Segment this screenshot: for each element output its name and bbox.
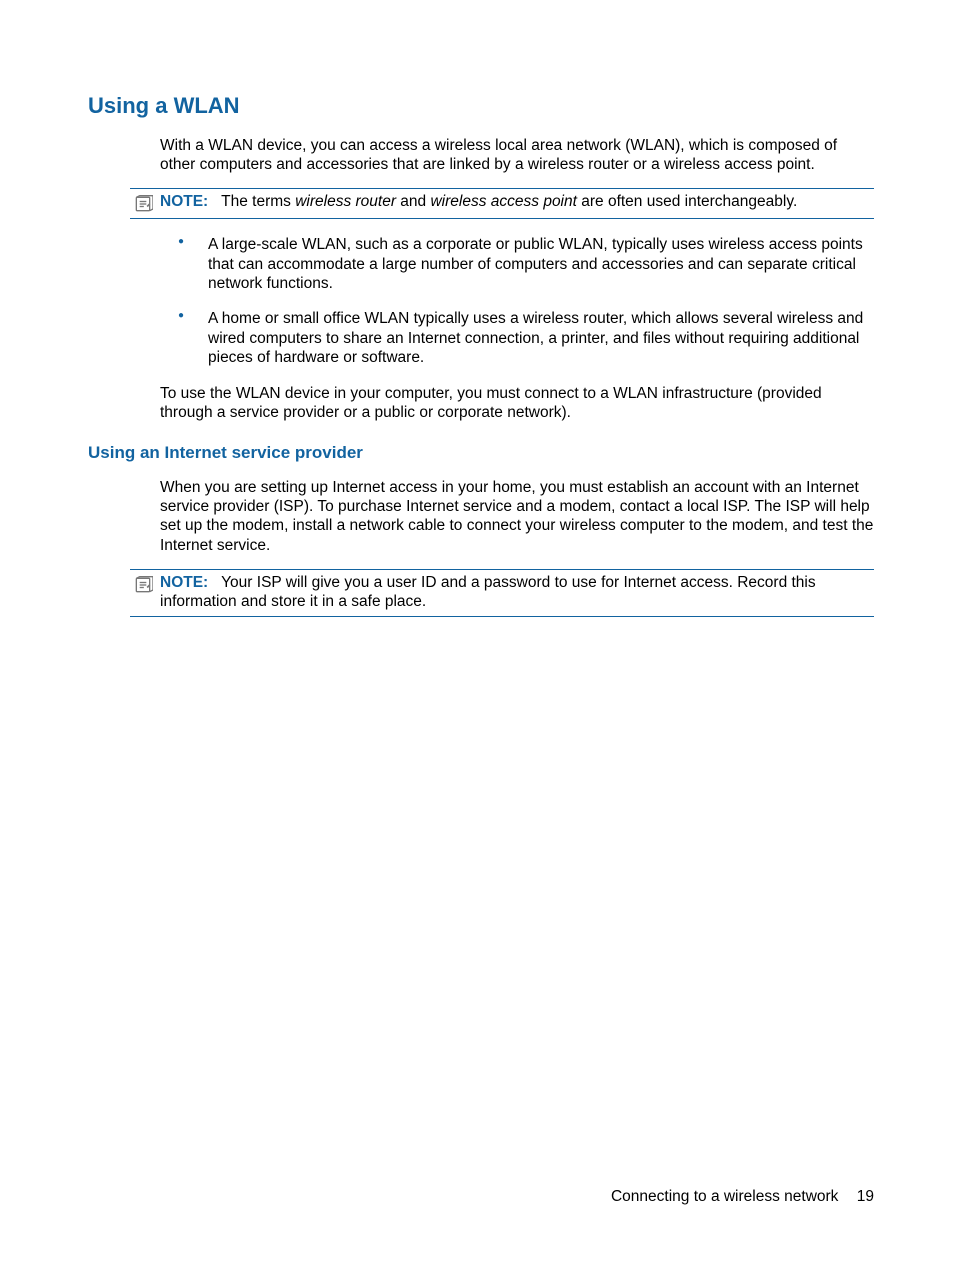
section-body: With a WLAN device, you can access a wir… <box>88 136 874 175</box>
footer-chapter-title: Connecting to a wireless network <box>611 1188 838 1205</box>
note-text-prefix: The terms <box>221 193 295 210</box>
bullet-list: A large-scale WLAN, such as a corporate … <box>160 235 874 367</box>
page-footer: Connecting to a wireless network 19 <box>611 1187 874 1206</box>
note-icon <box>130 192 156 214</box>
section-heading: Using a WLAN <box>88 92 874 120</box>
list-item: A home or small office WLAN typically us… <box>178 309 874 367</box>
note-icon <box>130 573 156 595</box>
note-callout-1: NOTE: The terms wireless router and wire… <box>130 188 874 219</box>
body-paragraph: To use the WLAN device in your computer,… <box>160 384 874 423</box>
note-text-1: NOTE: The terms wireless router and wire… <box>160 192 874 211</box>
note-text-suffix: are often used interchangeably. <box>577 193 797 210</box>
subsection-body: When you are setting up Internet access … <box>88 478 874 556</box>
footer-page-number: 19 <box>857 1188 874 1205</box>
note-text-2: NOTE: Your ISP will give you a user ID a… <box>160 573 874 612</box>
note-callout-2: NOTE: Your ISP will give you a user ID a… <box>130 569 874 617</box>
subsection-paragraph: When you are setting up Internet access … <box>160 478 874 556</box>
subsection-heading: Using an Internet service provider <box>88 442 874 463</box>
document-page: Using a WLAN With a WLAN device, you can… <box>0 0 954 617</box>
note-body-text: Your ISP will give you a user ID and a p… <box>160 574 816 610</box>
list-item: A large-scale WLAN, such as a corporate … <box>178 235 874 293</box>
note-label: NOTE: <box>160 193 208 210</box>
term-wireless-access-point: wireless access point <box>430 193 576 210</box>
bullet-block: A large-scale WLAN, such as a corporate … <box>88 235 874 422</box>
term-wireless-router: wireless router <box>295 193 396 210</box>
intro-paragraph: With a WLAN device, you can access a wir… <box>160 136 874 175</box>
note-label: NOTE: <box>160 574 208 591</box>
note-text-mid: and <box>396 193 430 210</box>
